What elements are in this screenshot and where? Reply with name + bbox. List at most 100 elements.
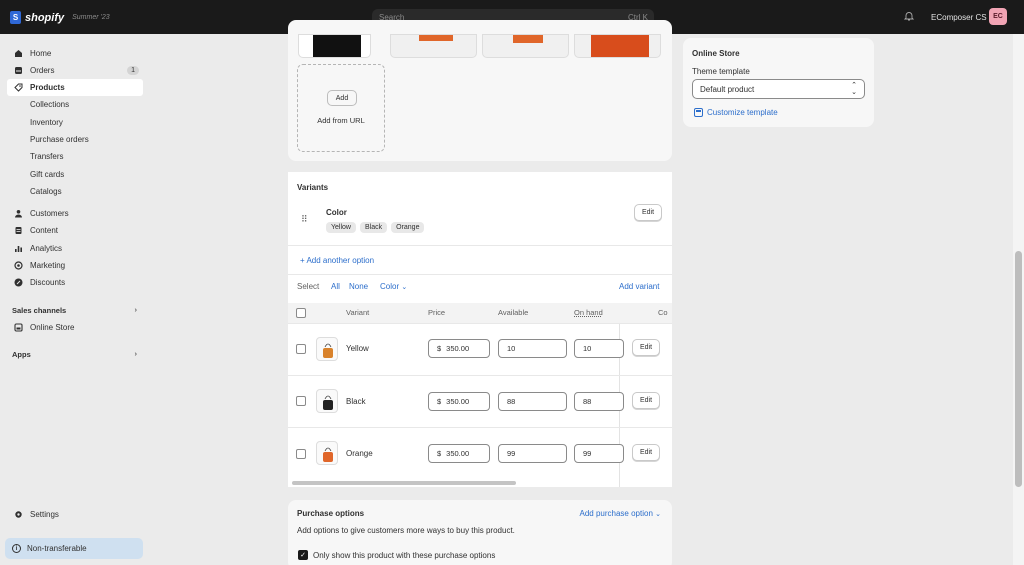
scrollbar-thumb[interactable] <box>1015 251 1022 487</box>
chevron-right-icon: › <box>134 305 138 314</box>
option-value-chip: Orange <box>391 222 425 233</box>
sidebar-item-discounts[interactable]: Discounts <box>7 274 143 291</box>
price-input[interactable]: $350.00 <box>428 392 490 411</box>
sidebar-item-collections[interactable]: Collections <box>7 96 143 113</box>
option-value-chip: Yellow <box>326 222 356 233</box>
sidebar-item-purchase-orders[interactable]: Purchase orders <box>7 131 143 148</box>
chevron-right-icon: › <box>134 349 138 358</box>
shopify-logo[interactable]: S shopify Summer '23 <box>10 11 110 24</box>
sidebar-item-marketing[interactable]: Marketing <box>7 257 143 274</box>
purchase-options-description: Add options to give customers more ways … <box>297 526 515 535</box>
customize-template-link[interactable]: Customize template <box>694 108 778 117</box>
horizontal-scrollbar[interactable] <box>292 481 516 485</box>
add-from-url-link[interactable]: Add from URL <box>298 116 384 125</box>
sidebar-item-transfers[interactable]: Transfers <box>7 148 143 165</box>
media-dropzone[interactable]: Add Add from URL <box>297 64 385 152</box>
available-input[interactable]: 10 <box>498 339 567 358</box>
price-value: 350.00 <box>446 397 470 406</box>
column-header: Available <box>498 308 529 317</box>
add-variant-link[interactable]: Add variant <box>619 282 659 291</box>
select-none-link[interactable]: None <box>349 282 368 291</box>
bell-icon[interactable] <box>904 11 914 21</box>
sidebar-item-label: Collections <box>30 100 70 109</box>
media-thumbnail[interactable] <box>390 34 477 58</box>
currency-symbol: $ <box>437 397 442 406</box>
variants-title: Variants <box>297 183 329 192</box>
add-purchase-option-label: Add purchase option <box>579 509 653 518</box>
sidebar-item-customers[interactable]: Customers <box>7 205 143 222</box>
currency-symbol: $ <box>437 449 442 458</box>
orders-count-badge: 1 <box>127 66 139 75</box>
sidebar-item-inventory[interactable]: Inventory <box>7 114 143 131</box>
select-all-link[interactable]: All <box>331 282 340 291</box>
shopify-bag-icon: S <box>10 11 21 24</box>
variant-image[interactable] <box>316 389 338 413</box>
theme-template-select[interactable]: Default product ⌃ ⌄ <box>692 79 865 99</box>
on-hand-input[interactable]: 99 <box>574 444 624 463</box>
sidebar-item-catalogs[interactable]: Catalogs <box>7 183 143 200</box>
select-color-dropdown[interactable]: Color ⌄ <box>380 282 407 291</box>
target-icon <box>14 261 23 270</box>
sidebar-item-orders[interactable]: Orders 1 <box>7 62 143 79</box>
sidebar-item-label: Content <box>30 226 59 235</box>
store-name[interactable]: EComposer CS <box>931 13 987 22</box>
chevron-down-icon: ⌄ <box>401 284 408 291</box>
avatar[interactable]: EC <box>989 8 1007 25</box>
add-purchase-option-link[interactable]: Add purchase option ⌄ <box>580 509 662 518</box>
on-hand-input[interactable]: 88 <box>574 392 624 411</box>
price-input[interactable]: $350.00 <box>428 339 490 358</box>
select-arrows-icon: ⌃ ⌄ <box>851 82 857 96</box>
row-checkbox[interactable] <box>296 449 306 459</box>
sidebar-item-online-store[interactable]: Online Store <box>7 319 143 336</box>
sidebar-item-label: Home <box>30 49 52 58</box>
sales-channels-heading[interactable]: Sales channels › <box>12 305 138 315</box>
variant-image[interactable] <box>316 441 338 465</box>
sidebar-item-label: Transfers <box>30 152 64 161</box>
edit-variant-button[interactable]: Edit <box>632 392 660 409</box>
non-transferable-banner[interactable]: i Non-transferable <box>5 538 143 559</box>
sidebar-item-content[interactable]: Content <box>7 222 143 239</box>
price-input[interactable]: $350.00 <box>428 444 490 463</box>
sidebar-item-settings[interactable]: Settings <box>7 506 143 523</box>
add-another-option-link[interactable]: + Add another option <box>300 256 374 265</box>
edit-option-button[interactable]: Edit <box>634 204 662 221</box>
add-media-button[interactable]: Add <box>327 90 357 106</box>
drag-handle-icon[interactable]: ⠿ <box>301 214 308 225</box>
sidebar-item-gift-cards[interactable]: Gift cards <box>7 166 143 183</box>
media-thumbnail[interactable] <box>574 34 661 58</box>
select-color-label: Color <box>380 282 400 291</box>
currency-symbol: $ <box>437 344 442 353</box>
variant-name[interactable]: Yellow <box>346 344 369 353</box>
media-thumbnail[interactable] <box>482 34 569 58</box>
column-header: Price <box>428 308 446 317</box>
available-input[interactable]: 99 <box>498 444 567 463</box>
apps-heading[interactable]: Apps › <box>12 349 138 359</box>
available-input[interactable]: 88 <box>498 392 567 411</box>
edit-variant-button[interactable]: Edit <box>632 339 660 356</box>
vertical-scrollbar[interactable] <box>1013 34 1024 565</box>
media-thumbnail[interactable] <box>298 34 371 58</box>
sidebar-item-label: Products <box>30 83 65 92</box>
only-show-checkbox[interactable]: ✓ <box>298 550 308 560</box>
only-show-label: Only show this product with these purcha… <box>313 551 496 560</box>
sidebar-item-label: Inventory <box>30 118 63 127</box>
row-checkbox[interactable] <box>296 344 306 354</box>
storefront-icon <box>14 323 23 332</box>
theme-template-label: Theme template <box>692 67 750 76</box>
on-hand-input[interactable]: 10 <box>574 339 624 358</box>
brand-name: shopify <box>25 11 65 24</box>
edit-variant-button[interactable]: Edit <box>632 444 660 461</box>
variant-image[interactable] <box>316 337 338 361</box>
template-icon <box>694 108 703 117</box>
gear-icon <box>14 510 23 519</box>
price-value: 350.00 <box>446 449 470 458</box>
variant-name[interactable]: Orange <box>346 449 373 458</box>
sidebar-item-products[interactable]: Products <box>7 79 143 96</box>
sidebar-item-home[interactable]: Home <box>7 45 143 62</box>
variant-name[interactable]: Black <box>346 397 366 406</box>
apps-label: Apps <box>12 350 31 359</box>
select-all-checkbox[interactable] <box>296 308 306 318</box>
theme-template-value: Default product <box>700 85 755 94</box>
sidebar-item-analytics[interactable]: Analytics <box>7 240 143 257</box>
row-checkbox[interactable] <box>296 396 306 406</box>
